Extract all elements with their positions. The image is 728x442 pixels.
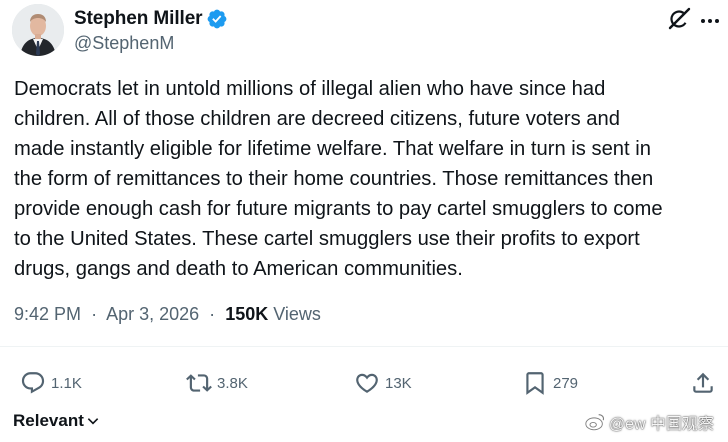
author-display-name[interactable]: Stephen Miller	[74, 8, 203, 30]
verified-badge-icon[interactable]	[206, 8, 228, 30]
repost-button[interactable]: 3.8K	[186, 367, 248, 399]
like-button[interactable]: 13K	[354, 367, 412, 399]
watermark-text: @ew 中国观察	[608, 416, 714, 433]
views-label: Views	[273, 304, 321, 324]
bookmark-button[interactable]: 279	[522, 367, 578, 399]
more-options-icon[interactable]	[698, 9, 722, 33]
bookmark-icon	[526, 372, 544, 395]
meta-separator: ·	[209, 304, 216, 324]
author-name-row: Stephen Miller	[74, 7, 228, 31]
like-count: 13K	[385, 374, 412, 392]
share-button[interactable]	[690, 367, 716, 399]
share-icon	[693, 372, 713, 393]
watermark: @ew 中国观察	[584, 410, 714, 434]
tweet-actions: 1.1K 3.8K 13K 279	[0, 367, 728, 399]
sort-label: Relevant	[13, 411, 84, 430]
grok-icon[interactable]	[666, 6, 692, 32]
reply-icon	[21, 372, 45, 394]
author-avatar[interactable]	[12, 4, 64, 56]
tweet-meta: 9:42 PM · Apr 3, 2026 · 150K Views	[14, 304, 321, 325]
tweet-text: Democrats let in untold millions of ille…	[14, 78, 663, 280]
avatar-portrait	[12, 4, 64, 56]
sort-replies-dropdown[interactable]: Relevant	[13, 411, 101, 431]
repost-count: 3.8K	[217, 374, 248, 392]
bookmark-count: 279	[553, 374, 579, 392]
chevron-down-icon	[87, 418, 99, 425]
views-count: 150K	[225, 304, 269, 324]
heart-icon	[356, 373, 378, 393]
divider	[0, 346, 728, 347]
reply-button[interactable]: 1.1K	[20, 367, 82, 399]
meta-separator: ·	[91, 304, 98, 324]
reply-count: 1.1K	[51, 374, 82, 392]
author-handle[interactable]: @StephenM	[74, 33, 174, 54]
tweet-time[interactable]: 9:42 PM	[14, 304, 81, 324]
repost-icon	[186, 374, 212, 392]
tweet-card: Stephen Miller @StephenM Democrats let i…	[0, 0, 728, 442]
tweet-date[interactable]: Apr 3, 2026	[106, 304, 199, 324]
weibo-logo-icon	[585, 414, 604, 431]
